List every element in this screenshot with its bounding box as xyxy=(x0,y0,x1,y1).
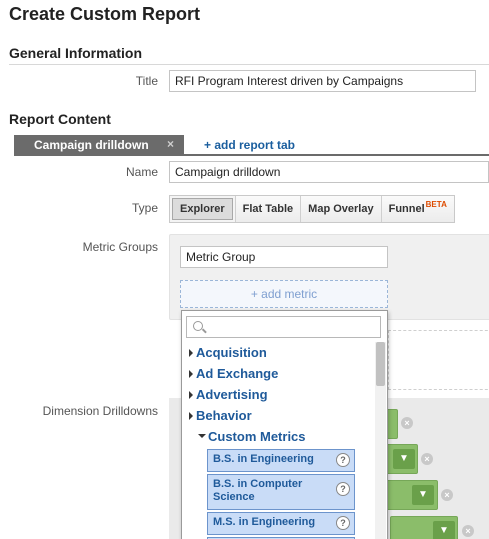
type-funnel-button[interactable]: Funnel BETA xyxy=(380,196,454,222)
remove-icon[interactable]: × xyxy=(441,489,453,501)
metric-item-bs-computer-science[interactable]: B.S. in Computer Science ? xyxy=(207,474,355,510)
metric-item-label: B.S. in Engineering xyxy=(213,453,314,465)
tab-bar-divider xyxy=(14,154,489,156)
metric-item-ms-engineering[interactable]: M.S. in Engineering ? xyxy=(207,512,355,535)
category-custom-metrics[interactable]: Custom Metrics xyxy=(198,429,306,444)
chevron-down-icon[interactable]: ▼ xyxy=(393,449,415,469)
type-label: Type xyxy=(131,201,158,215)
type-flat-table-button[interactable]: Flat Table xyxy=(234,196,301,222)
metric-picker-dropdown: Acquisition Ad Exchange Advertising Beha… xyxy=(181,310,388,539)
metric-groups-label: Metric Groups xyxy=(82,240,158,254)
category-acquisition[interactable]: Acquisition xyxy=(189,345,267,360)
expand-arrow-icon xyxy=(189,412,193,420)
category-ad-exchange[interactable]: Ad Exchange xyxy=(189,366,279,381)
remove-icon[interactable]: × xyxy=(401,417,413,429)
metric-item-bs-engineering[interactable]: B.S. in Engineering ? xyxy=(207,449,355,472)
dimension-drilldowns-label: Dimension Drilldowns xyxy=(42,404,158,418)
dropdown-scrollbar[interactable] xyxy=(375,342,386,539)
expand-arrow-icon xyxy=(189,391,193,399)
remove-icon[interactable]: × xyxy=(421,453,433,465)
chevron-down-icon[interactable]: ▼ xyxy=(412,485,434,505)
add-report-tab-link[interactable]: + add report tab xyxy=(204,138,295,152)
help-icon[interactable]: ? xyxy=(336,482,350,496)
metric-item-label: B.S. in Computer Science xyxy=(213,478,303,503)
category-label: Advertising xyxy=(196,387,268,402)
scrollbar-thumb[interactable] xyxy=(376,342,385,386)
page-title: Create Custom Report xyxy=(9,4,201,24)
metric-search-input[interactable] xyxy=(186,316,381,338)
close-icon[interactable]: × xyxy=(167,137,174,151)
category-label: Ad Exchange xyxy=(196,366,279,381)
category-label: Behavior xyxy=(196,408,252,423)
expand-arrow-icon xyxy=(189,370,193,378)
tab-campaign-drilldown[interactable]: Campaign drilldown × xyxy=(14,135,184,154)
beta-badge: BETA xyxy=(425,199,447,209)
help-icon[interactable]: ? xyxy=(336,516,350,530)
add-metric-button[interactable]: + add metric xyxy=(180,280,388,308)
remove-icon[interactable]: × xyxy=(462,525,474,537)
name-field[interactable] xyxy=(169,161,489,183)
title-label: Title xyxy=(135,74,158,88)
metric-group-name-field[interactable] xyxy=(180,246,388,268)
tab-label: Campaign drilldown xyxy=(34,138,149,152)
category-label: Acquisition xyxy=(196,345,267,360)
funnel-label: Funnel xyxy=(388,203,425,215)
category-advertising[interactable]: Advertising xyxy=(189,387,268,402)
name-label: Name xyxy=(125,165,158,179)
collapse-arrow-icon xyxy=(198,434,206,438)
expand-arrow-icon xyxy=(189,349,193,357)
search-icon xyxy=(193,321,203,331)
type-explorer-button[interactable]: Explorer xyxy=(172,198,233,220)
metric-item-label: M.S. in Engineering xyxy=(213,516,316,528)
category-behavior[interactable]: Behavior xyxy=(189,408,252,423)
add-metric-group-area[interactable] xyxy=(388,330,489,390)
type-map-overlay-button[interactable]: Map Overlay xyxy=(300,196,381,222)
chevron-down-icon[interactable]: ▼ xyxy=(433,521,455,539)
section-divider xyxy=(9,64,489,65)
general-section-title: General Information xyxy=(9,45,143,61)
category-label: Custom Metrics xyxy=(208,429,306,444)
report-type-selector: Explorer Flat Table Map Overlay Funnel BE… xyxy=(169,195,455,223)
title-field[interactable] xyxy=(169,70,476,92)
help-icon[interactable]: ? xyxy=(336,453,350,467)
content-section-title: Report Content xyxy=(9,111,111,127)
